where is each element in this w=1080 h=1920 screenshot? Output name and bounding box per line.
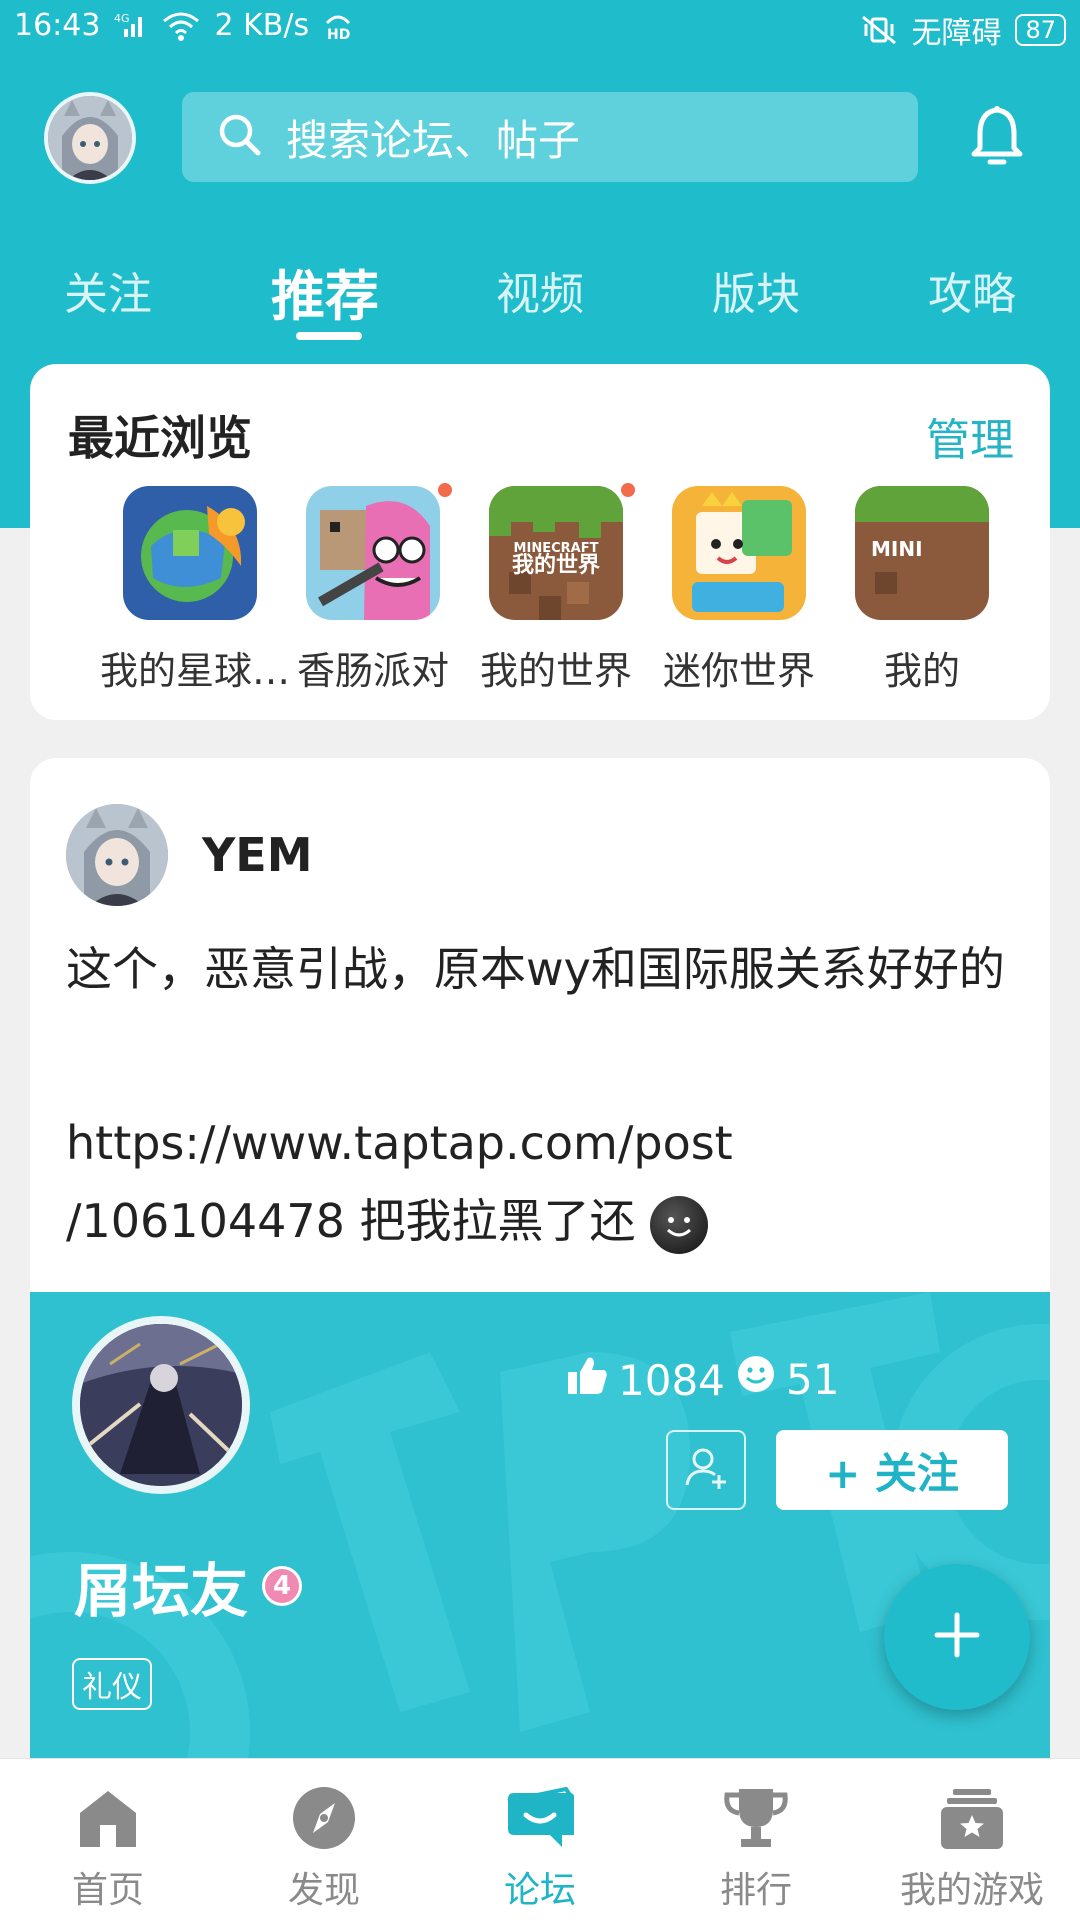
accessibility-label: 无障碍 [911,16,1002,51]
recent-game-item[interactable]: 迷你世界 [649,486,829,695]
nav-ranking[interactable]: 排行 [676,1783,836,1913]
plus-icon [933,1611,981,1663]
avatar-image [48,96,132,180]
recent-game-item[interactable]: MINI 我的 [832,486,1012,695]
svg-text:HD: HD [327,27,350,41]
tab-following[interactable]: 关注 [64,258,152,322]
game-name: 香肠派对 [296,649,449,693]
profile-avatar[interactable] [72,1316,250,1494]
thumbs-up-icon [566,1354,608,1406]
post-author-name[interactable]: YEM [202,828,313,882]
nav-home[interactable]: 首页 [28,1783,188,1913]
post-link-line-2: /106104478 把我拉黑了还 [66,1194,636,1248]
nav-home-label: 首页 [71,1870,144,1911]
cellular-signal-icon: 4G [114,11,148,41]
game-name: 迷你世界 [662,649,815,693]
new-badge-dot [435,480,455,500]
post-link-line-2-wrap: /106104478 把我拉黑了还 [66,1182,1026,1260]
nav-my-games[interactable]: 我的游戏 [892,1783,1052,1913]
post-author-avatar[interactable] [66,804,168,906]
game-name: 我的世界 [479,649,632,693]
game-icon-mini-world [672,486,806,620]
profile-name: 屑坛友 [74,1557,249,1625]
game-icon-planet [123,486,257,620]
profile-name-row: 屑坛友 4 [74,1544,303,1628]
forum-chat-icon [460,1783,620,1853]
likes-stat: 1084 [566,1354,725,1406]
manage-button[interactable]: 管理 [926,404,1014,468]
recent-game-item[interactable]: 我的星球… [100,486,291,695]
nav-forum[interactable]: 论坛 [460,1783,620,1913]
vibrate-icon [861,15,897,45]
search-placeholder: 搜索论坛、帖子 [286,115,581,165]
tab-bar: 关注 推荐 视频 版块 攻略 [0,258,1080,338]
status-bar: 16:43 4G 2 KB/s HD 无障碍 87 [0,0,1080,56]
add-user-icon [683,1445,729,1495]
search-input[interactable]: 搜索论坛、帖子 [182,92,918,182]
recent-games-list: 我的星球… 香肠派对 MINECRAFT我的世界 我的世界 迷你世界 MINI [30,480,1050,706]
recent-title: 最近浏览 [68,411,252,465]
network-speed: 2 KB/s [214,8,310,43]
nav-forum-label: 论坛 [503,1870,576,1911]
nav-my-games-label: 我的游戏 [899,1870,1044,1911]
hd-voice-icon: HD [323,11,353,41]
recent-viewed-card: 最近浏览 管理 我的星球… 香肠派对 MINECRAFT 我的世界 我的世界 迷… [30,364,1050,720]
user-avatar[interactable] [44,92,136,184]
wifi-icon [162,11,200,41]
post-link-line-1: https://www.taptap.com/post [66,1116,733,1170]
profile-banner: 1084 51 + 关注 屑坛友 4 礼仪 [30,1292,1050,1758]
nav-discover[interactable]: 发现 [244,1783,404,1913]
game-icon-minecraft: MINECRAFT 我的世界 [489,486,623,620]
game-box-icon [892,1783,1052,1853]
smile-icon [736,1354,776,1404]
tab-indicator [296,332,362,340]
follow-button[interactable]: + 关注 [776,1430,1008,1510]
game-icon-sausage-party [306,486,440,620]
recent-game-item[interactable]: 香肠派对 [283,480,463,695]
home-icon [28,1783,188,1853]
add-friend-button[interactable] [666,1430,746,1510]
level-badge: 4 [262,1566,303,1606]
game-name: 我的星球… [100,649,291,693]
recent-game-item[interactable]: MINECRAFT 我的世界 我的世界 [466,480,646,695]
post-link-text[interactable]: https://www.taptap.com/post /106104478 把… [66,1104,1026,1260]
trophy-icon [676,1783,836,1853]
smiley-emoji-icon [650,1195,709,1254]
tab-video[interactable]: 视频 [496,258,584,322]
game-icon-minecraft-2: MINI [855,486,989,620]
compass-icon [244,1783,404,1853]
profile-tag: 礼仪 [72,1658,152,1710]
smiles-count: 51 [786,1354,840,1404]
clock: 16:43 [14,8,101,43]
bottom-navigation: 首页 发现 论坛 排行 我的游戏 [0,1758,1080,1920]
likes-count: 1084 [618,1355,725,1405]
search-icon [218,113,262,161]
notification-bell-icon[interactable] [968,104,1026,172]
svg-text:4G: 4G [114,12,130,25]
nav-discover-label: 发现 [287,1870,360,1911]
tab-sections[interactable]: 版块 [712,258,800,322]
battery-indicator: 87 [1015,14,1066,46]
svg-text:我的世界: 我的世界 [512,552,600,578]
create-post-button[interactable] [884,1564,1030,1710]
tab-guides[interactable]: 攻略 [928,258,1016,322]
smiles-stat: 51 [736,1354,839,1404]
tab-recommended[interactable]: 推荐 [271,252,379,331]
nav-ranking-label: 排行 [719,1870,792,1911]
svg-text:MINI: MINI [871,537,923,561]
post-text: 这个，恶意引战，原本wy和国际服关系好好的 [66,942,1005,996]
game-name: 我的 [883,649,960,693]
new-badge-dot [618,480,638,500]
